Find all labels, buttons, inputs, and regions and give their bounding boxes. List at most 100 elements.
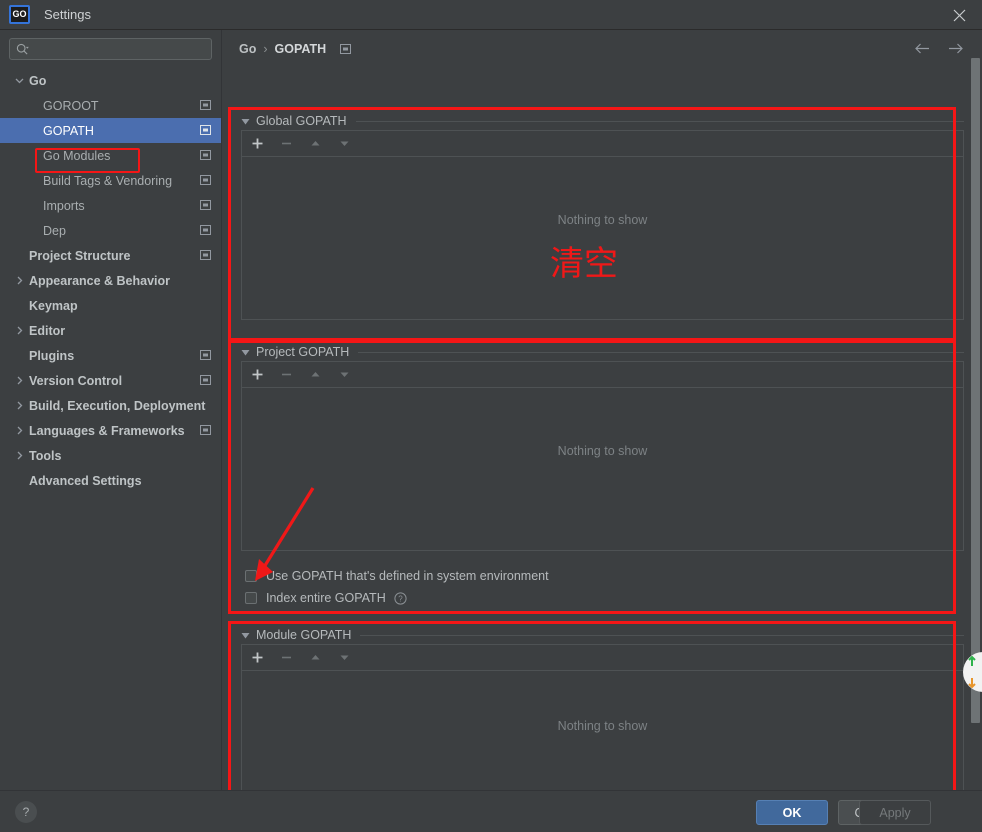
sidebar-item-imports[interactable]: Imports — [0, 193, 221, 218]
chevron-right-icon[interactable] — [14, 400, 25, 411]
navigation-arrows — [914, 41, 964, 56]
apply-button[interactable]: Apply — [859, 800, 931, 825]
chevron-right-icon[interactable] — [14, 275, 25, 286]
global-gopath-toolbar — [242, 131, 963, 157]
twisty-placeholder-icon — [28, 125, 39, 136]
collapse-triangle-icon[interactable] — [241, 348, 250, 357]
sidebar-item-go[interactable]: Go — [0, 68, 221, 93]
project-scope-icon — [200, 150, 211, 160]
chevron-right-icon[interactable] — [14, 375, 25, 386]
chevron-down-icon[interactable] — [14, 75, 25, 86]
sidebar-item-project-structure[interactable]: Project Structure — [0, 243, 221, 268]
project-gopath-header[interactable]: Project GOPATH — [241, 343, 964, 361]
search-box[interactable] — [9, 38, 212, 60]
move-down-button[interactable] — [337, 367, 352, 382]
move-up-button[interactable] — [308, 650, 323, 665]
move-down-button[interactable] — [337, 650, 352, 665]
sidebar-item-keymap[interactable]: Keymap — [0, 293, 221, 318]
project-scope-icon — [200, 100, 211, 110]
section-global-gopath: Global GOPATH Nothing to show — [233, 112, 972, 342]
close-icon[interactable] — [936, 0, 982, 30]
move-up-button[interactable] — [308, 367, 323, 382]
sidebar-item-languages-frameworks[interactable]: Languages & Frameworks — [0, 418, 221, 443]
sidebar-item-advanced-settings[interactable]: Advanced Settings — [0, 468, 221, 493]
project-gopath-list-body[interactable]: Nothing to show — [242, 388, 963, 551]
breadcrumb-current: GOPATH — [274, 42, 327, 56]
section-module-gopath: Module GOPATH Nothing to show — [233, 626, 972, 790]
help-button[interactable]: ? — [15, 801, 37, 823]
sidebar-item-label: Go Modules — [43, 148, 111, 163]
sidebar-item-label: Dep — [43, 223, 66, 238]
collapse-triangle-icon[interactable] — [241, 117, 250, 126]
remove-button[interactable] — [279, 650, 294, 665]
chevron-right-icon[interactable] — [14, 425, 25, 436]
dialog-footer: ? OK Cancel Apply — [0, 790, 982, 832]
chevron-right-icon[interactable] — [14, 325, 25, 336]
breadcrumb-root[interactable]: Go — [239, 42, 256, 56]
project-scope-icon — [200, 175, 211, 185]
forward-arrow-icon[interactable] — [947, 41, 964, 56]
global-gopath-list-panel: Nothing to show — [241, 130, 964, 320]
sidebar-item-label: Build, Execution, Deployment — [29, 398, 206, 413]
index-entire-gopath-checkbox[interactable] — [245, 592, 257, 604]
module-gopath-empty-text: Nothing to show — [557, 719, 648, 733]
add-button[interactable] — [250, 367, 265, 382]
sidebar-item-tools[interactable]: Tools — [0, 443, 221, 468]
sidebar-item-build-execution-deployment[interactable]: Build, Execution, Deployment — [0, 393, 221, 418]
sidebar-item-appearance-behavior[interactable]: Appearance & Behavior — [0, 268, 221, 293]
module-gopath-list-body[interactable]: Nothing to show — [242, 671, 963, 790]
sidebar-item-label: Advanced Settings — [29, 473, 142, 488]
sidebar-item-editor[interactable]: Editor — [0, 318, 221, 343]
sidebar-item-label: Version Control — [29, 373, 123, 388]
settings-scroll-area: Global GOPATH Nothing to show 清空 Project… — [223, 68, 982, 790]
sidebar-item-label: GOROOT — [43, 98, 99, 113]
project-scope-icon — [200, 425, 211, 435]
sidebar-item-build-tags-vendoring[interactable]: Build Tags & Vendoring — [0, 168, 221, 193]
collapse-triangle-icon[interactable] — [241, 631, 250, 640]
remove-button[interactable] — [279, 136, 294, 151]
minus-icon — [282, 656, 291, 659]
module-gopath-title: Module GOPATH — [256, 628, 352, 642]
use-system-gopath-checkbox[interactable] — [245, 570, 257, 582]
global-gopath-header[interactable]: Global GOPATH — [241, 112, 964, 130]
search-input[interactable] — [33, 42, 205, 56]
checkbox-row-index-entire-gopath[interactable]: Index entire GOPATH ? — [245, 587, 549, 609]
breadcrumb: Go › GOPATH — [223, 30, 982, 68]
chevron-right-icon[interactable] — [14, 450, 25, 461]
project-gopath-empty-text: Nothing to show — [557, 444, 648, 458]
sidebar-item-label: Plugins — [29, 348, 75, 363]
add-button[interactable] — [250, 136, 265, 151]
back-arrow-icon[interactable] — [914, 41, 931, 56]
module-gopath-header[interactable]: Module GOPATH — [241, 626, 964, 644]
close-glyph — [953, 9, 965, 21]
checkbox-row-use-system-gopath[interactable]: Use GOPATH that's defined in system envi… — [245, 565, 549, 587]
sidebar-item-label: GOPATH — [43, 123, 94, 138]
ok-button[interactable]: OK — [756, 800, 828, 825]
project-scope-icon — [200, 225, 211, 235]
sidebar-item-version-control[interactable]: Version Control — [0, 368, 221, 393]
sidebar-item-gopath[interactable]: GOPATH — [0, 118, 221, 143]
move-down-button[interactable] — [337, 136, 352, 151]
project-scope-icon — [200, 125, 211, 135]
twisty-placeholder-icon — [14, 300, 25, 311]
sidebar-item-dep[interactable]: Dep — [0, 218, 221, 243]
twisty-placeholder-icon — [28, 150, 39, 161]
twisty-placeholder-icon — [28, 225, 39, 236]
header-rule — [360, 634, 964, 636]
twisty-placeholder-icon — [28, 200, 39, 211]
remove-button[interactable] — [279, 367, 294, 382]
arrow-up-icon — [311, 372, 320, 377]
arrow-down-icon — [340, 655, 349, 660]
move-up-button[interactable] — [308, 136, 323, 151]
project-gopath-title: Project GOPATH — [256, 345, 350, 359]
search-icon — [16, 43, 29, 55]
sidebar-item-go-modules[interactable]: Go Modules — [0, 143, 221, 168]
add-button[interactable] — [250, 650, 265, 665]
module-gopath-toolbar — [242, 645, 963, 671]
sidebar-item-label: Editor — [29, 323, 66, 338]
sidebar-item-label: Keymap — [29, 298, 78, 313]
help-question-icon[interactable]: ? — [394, 591, 407, 605]
sidebar-item-goroot[interactable]: GOROOT — [0, 93, 221, 118]
scrollbar-thumb[interactable] — [971, 58, 980, 723]
sidebar-item-plugins[interactable]: Plugins — [0, 343, 221, 368]
